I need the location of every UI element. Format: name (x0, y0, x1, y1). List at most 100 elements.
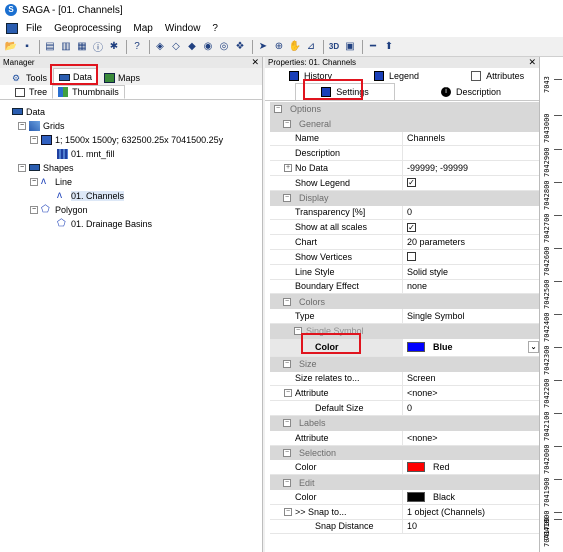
prop-value[interactable]: 0 (403, 401, 539, 416)
category-display[interactable]: − Display (270, 190, 539, 206)
category-labels[interactable]: − Labels (270, 415, 539, 431)
prop-attribute[interactable]: − Attribute <none> (270, 386, 539, 402)
scale-bar-icon[interactable]: ━ (366, 40, 380, 54)
chevron-down-icon[interactable]: ⌄ (528, 341, 539, 354)
tree-node-data[interactable]: Data (12, 105, 45, 118)
prop-transparency[interactable]: Transparency [%] 0 (270, 205, 539, 221)
collapse-icon[interactable]: − (283, 194, 291, 203)
collapse-icon[interactable]: − (30, 205, 38, 214)
zoom-back-icon[interactable]: ◇ (169, 40, 183, 54)
show-vertices-checkbox[interactable] (407, 252, 416, 262)
collapse-icon[interactable]: − (283, 478, 291, 487)
collapse-icon[interactable]: − (283, 297, 291, 306)
category-colors[interactable]: − Colors (270, 294, 539, 310)
zoom-active-icon[interactable]: ◉ (201, 40, 215, 54)
color-swatch[interactable] (407, 462, 425, 473)
prop-show-all-scales[interactable]: Show at all scales ✓ (270, 220, 539, 236)
prop-value[interactable]: <none> (403, 431, 539, 446)
prop-type[interactable]: Type Single Symbol (270, 309, 539, 324)
open-icon[interactable]: 📂 (4, 40, 18, 54)
prop-default-size[interactable]: Default Size 0 (270, 401, 539, 416)
collapse-icon[interactable]: − (283, 419, 291, 428)
pointer-icon[interactable]: ➤ (256, 40, 270, 54)
tree-node-channels[interactable]: ʌ 01. Channels (57, 189, 125, 202)
prop-value[interactable]: 1 object (Channels) (403, 505, 539, 520)
category-edit[interactable]: − Edit (270, 475, 539, 490)
prop-value[interactable]: Solid style (403, 265, 539, 280)
show-legend-checkbox[interactable]: ✓ (407, 178, 416, 188)
prop-value[interactable]: none (403, 280, 539, 295)
tree-node-drainage-basins[interactable]: ⬠ 01. Drainage Basins (57, 217, 152, 230)
collapse-icon[interactable]: − (283, 360, 291, 369)
subtab-thumbnails[interactable]: Thumbnails (52, 85, 125, 99)
manager-icon[interactable]: ▤ (43, 40, 57, 54)
info-icon[interactable]: ⓘ (91, 40, 105, 54)
menu-window[interactable]: Window (165, 23, 201, 34)
zoom-selection-icon[interactable]: ◎ (217, 40, 231, 54)
category-selection[interactable]: − Selection (270, 445, 539, 461)
prop-boundary-effect[interactable]: Boundary Effect none (270, 279, 539, 295)
tree-node-line[interactable]: − ʌ Line (30, 175, 72, 188)
tree-node-mnt-fill[interactable]: 01. mnt_fill (57, 147, 115, 160)
prop-chart[interactable]: Chart 20 parameters (270, 235, 539, 250)
category-options[interactable]: − Options (270, 102, 539, 117)
help-icon[interactable]: ? (130, 40, 144, 54)
color-swatch[interactable] (407, 491, 425, 502)
collapse-icon[interactable]: − (18, 163, 26, 172)
prop-edit-color[interactable]: Color Black (270, 489, 539, 505)
prop-size-relates[interactable]: Size relates to... Screen (270, 371, 539, 387)
menu-file[interactable]: File (26, 23, 42, 34)
prop-show-legend[interactable]: Show Legend ✓ (270, 175, 539, 191)
prop-value[interactable]: 10 (403, 520, 539, 535)
tree-node-polygon[interactable]: − ⬠ Polygon (30, 203, 88, 216)
3d-view-icon[interactable]: 3D (327, 40, 341, 54)
prop-line-style[interactable]: Line Style Solid style (270, 264, 539, 280)
tab-attributes[interactable]: Attributes (467, 68, 528, 83)
properties-icon[interactable]: ▥ (59, 40, 73, 54)
category-general[interactable]: − General (270, 116, 539, 132)
zoom-full-icon[interactable]: ◈ (153, 40, 167, 54)
tree-node-shapes[interactable]: − Shapes (18, 161, 74, 174)
measure-icon[interactable]: ⊿ (304, 40, 318, 54)
prop-value[interactable]: Single Symbol (403, 309, 539, 324)
collapse-icon[interactable]: − (283, 120, 291, 129)
tree-node-grid-system[interactable]: − 1; 1500x 1500y; 632500.25x 7041500.25y (30, 133, 223, 146)
prop-value[interactable]: Screen (403, 372, 539, 387)
collapse-icon[interactable]: − (283, 448, 291, 457)
prop-label-attribute[interactable]: Attribute <none> (270, 430, 539, 446)
collapse-icon[interactable]: − (274, 105, 282, 114)
subtab-tree[interactable]: Tree (10, 85, 52, 99)
north-arrow-icon[interactable]: ⬆ (382, 40, 396, 54)
show-all-scales-checkbox[interactable]: ✓ (407, 222, 416, 232)
tree-node-grids[interactable]: − Grids (18, 119, 65, 132)
tab-maps[interactable]: Maps (98, 70, 146, 85)
prop-value[interactable]: <none> (403, 386, 539, 402)
collapse-icon[interactable]: − (30, 177, 38, 186)
collapse-icon[interactable]: − (30, 135, 38, 144)
collapse-icon[interactable]: − (284, 507, 292, 516)
save-icon[interactable]: ▪ (20, 40, 34, 54)
color-swatch[interactable] (407, 342, 425, 353)
collapse-icon[interactable]: − (18, 121, 26, 130)
layout-icon[interactable]: ▣ (343, 40, 357, 54)
prop-snap-to[interactable]: − >> Snap to... 1 object (Channels) (270, 504, 539, 520)
prop-snap-distance[interactable]: Snap Distance 10 (270, 519, 539, 535)
collapse-icon[interactable]: − (284, 389, 292, 398)
tab-description[interactable]: i Description (433, 83, 509, 100)
zoom-forward-icon[interactable]: ◆ (185, 40, 199, 54)
close-icon[interactable]: ✕ (528, 57, 536, 68)
expand-icon[interactable]: + (284, 164, 292, 173)
menu-geoprocessing[interactable]: Geoprocessing (54, 23, 121, 34)
menu-map[interactable]: Map (133, 23, 152, 34)
prop-value[interactable]: 0 (403, 206, 539, 221)
close-icon[interactable]: ✕ (251, 57, 259, 68)
zoom-extent-icon[interactable]: ❖ (233, 40, 247, 54)
prop-description[interactable]: Description (270, 146, 539, 162)
zoom-icon[interactable]: ⊕ (272, 40, 286, 54)
prop-value[interactable]: -99999; -99999 (403, 161, 539, 176)
prop-name[interactable]: Name Channels (270, 131, 539, 147)
tab-legend[interactable]: Legend (370, 68, 423, 83)
prop-show-vertices[interactable]: Show Vertices (270, 249, 539, 265)
category-size[interactable]: − Size (270, 356, 539, 372)
menu-help[interactable]: ? (212, 23, 218, 34)
